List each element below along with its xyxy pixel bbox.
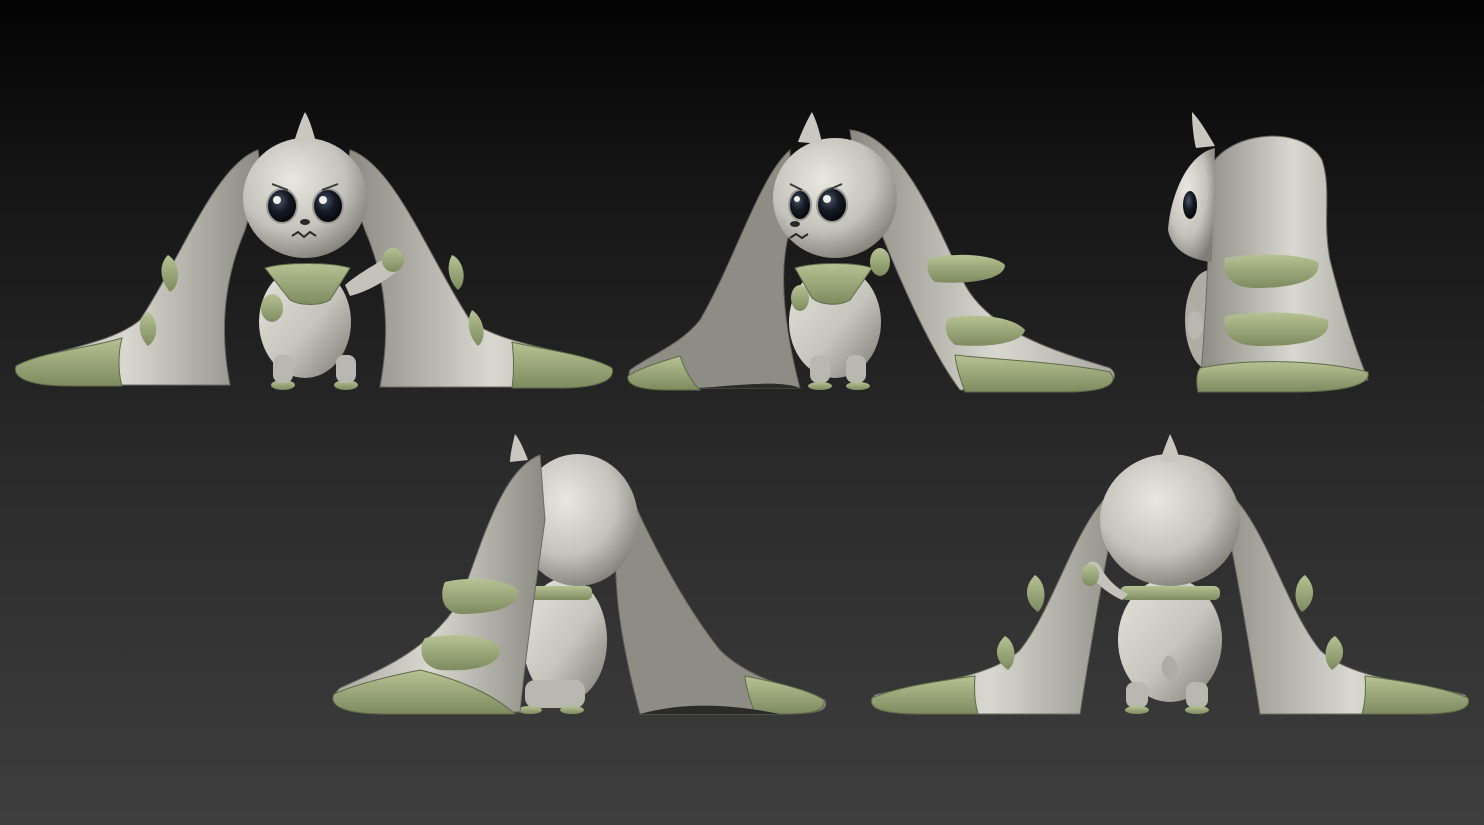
right-ear xyxy=(615,478,827,715)
right-hand xyxy=(870,248,890,276)
horn xyxy=(1192,112,1215,148)
character-turnaround-scene xyxy=(14,112,1470,715)
right-ear-spot xyxy=(1295,575,1314,612)
right-leg xyxy=(336,355,356,383)
horn xyxy=(1160,434,1180,462)
left-foot xyxy=(808,382,832,390)
right-leg xyxy=(846,355,866,383)
left-ear-spot xyxy=(1026,575,1045,612)
head xyxy=(243,138,367,258)
right-eye xyxy=(816,187,848,223)
view-front xyxy=(14,112,614,390)
left-eye xyxy=(266,188,298,224)
left-ear-tip xyxy=(870,675,979,715)
right-foot xyxy=(1185,706,1209,714)
left-foot xyxy=(1125,706,1149,714)
right-eye xyxy=(312,188,344,224)
view-three-quarter-back xyxy=(332,434,827,715)
left-ear-tip xyxy=(14,337,123,387)
left-eye xyxy=(788,189,812,221)
head xyxy=(1100,454,1240,586)
left-eye-highlight xyxy=(794,196,800,202)
eye xyxy=(1183,191,1197,219)
horn xyxy=(798,112,822,144)
right-foot xyxy=(846,382,870,390)
view-back xyxy=(870,434,1470,715)
right-ear-spot xyxy=(927,254,1005,283)
left-ear xyxy=(871,479,1131,715)
right-ear-tip xyxy=(744,675,825,715)
left-hand xyxy=(1081,564,1099,586)
right-foot xyxy=(560,706,584,714)
hand xyxy=(1187,311,1203,339)
right-ear-tip xyxy=(1361,675,1470,715)
left-arm xyxy=(261,294,283,322)
view-three-quarter xyxy=(627,112,1115,393)
right-hand xyxy=(382,248,404,272)
viewport[interactable] xyxy=(0,0,1484,825)
left-leg xyxy=(1126,682,1148,708)
horn xyxy=(510,434,528,462)
right-eye-highlight xyxy=(823,195,831,203)
left-leg xyxy=(810,355,830,383)
view-side xyxy=(1168,112,1369,393)
right-ear xyxy=(1209,479,1469,715)
left-foot xyxy=(518,706,542,714)
horn xyxy=(294,112,316,142)
bandana xyxy=(1120,586,1220,600)
nose xyxy=(300,219,310,225)
nose xyxy=(790,221,800,227)
left-leg xyxy=(273,355,293,383)
left-ear xyxy=(334,454,546,713)
right-ear-tip xyxy=(511,341,614,389)
left-eye-highlight xyxy=(273,196,281,204)
left-ear xyxy=(15,149,260,386)
right-ear-spot xyxy=(448,255,464,290)
bandana xyxy=(530,586,592,600)
right-leg xyxy=(1186,682,1208,708)
legs xyxy=(525,680,585,708)
left-arm xyxy=(791,285,809,311)
right-eye-highlight xyxy=(319,196,327,204)
